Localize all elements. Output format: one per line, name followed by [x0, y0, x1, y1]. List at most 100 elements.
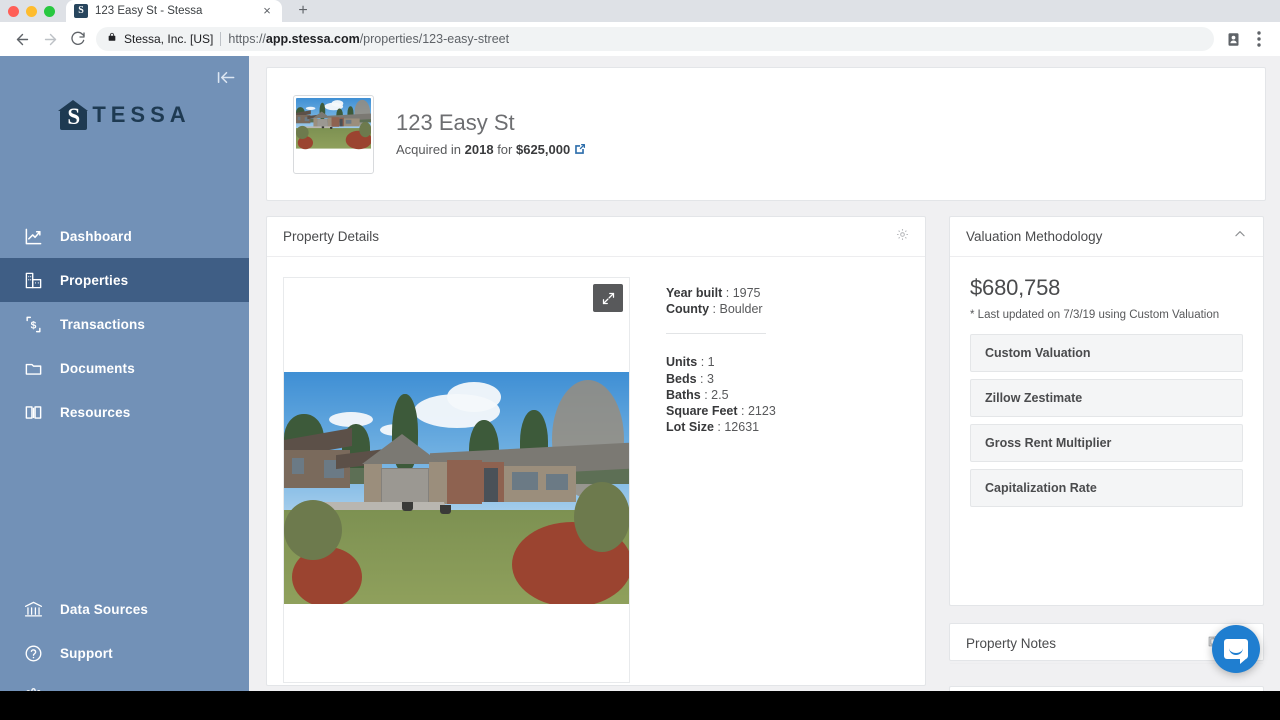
property-thumbnail[interactable] [293, 94, 374, 174]
page-content: S TESSA Dashboard Properties $ Transacti… [0, 56, 1280, 691]
option-label: Zillow Zestimate [985, 391, 1083, 405]
url-text: https://app.stessa.com/properties/123-ea… [228, 32, 509, 46]
sidebar-item-properties[interactable]: Properties [0, 258, 249, 302]
spec-label: Units [666, 355, 698, 370]
gear-icon [22, 686, 44, 691]
spec-units: Units : 1 [666, 355, 715, 370]
valuation-amount: $680,758 [970, 275, 1061, 300]
sidebar-nav-bottom: Data Sources Support Settings › [0, 587, 249, 691]
sidebar-item-settings[interactable]: Settings › [0, 675, 249, 691]
card-title: Valuation Methodology [966, 229, 1103, 244]
sidebar-item-label: Properties [60, 272, 129, 288]
sidebar-item-support[interactable]: Support [0, 631, 249, 675]
maximize-window-button[interactable] [44, 5, 55, 17]
property-details-card: Property Details Year built: 1975 Count… [266, 216, 926, 686]
sidebar-item-label: Support [60, 645, 113, 661]
spec-baths: Baths : 2.5 [666, 387, 729, 402]
valuation-note: * Last updated on 7/3/19 using Custom Va… [970, 309, 1220, 321]
back-icon[interactable] [8, 25, 36, 53]
valuation-header: Valuation Methodology [950, 217, 1263, 257]
spec-beds: Beds : 3 [666, 371, 714, 386]
property-photo [284, 372, 629, 604]
option-label: Custom Valuation [985, 346, 1091, 360]
acquired-year: 2018 [464, 141, 494, 157]
acquired-mid: for [493, 141, 516, 157]
valuation-methodology-card: Valuation Methodology $680,758 * Last up… [949, 216, 1264, 606]
sidebar-item-transactions[interactable]: $ Transactions [0, 302, 249, 346]
sidebar-item-label: Resources [60, 404, 131, 420]
tab-strip: S 123 Easy St - Stessa × + [0, 0, 1280, 22]
property-details-settings-icon[interactable] [896, 228, 909, 246]
stessa-logo[interactable]: S TESSA [0, 100, 249, 135]
close-tab-icon[interactable]: × [260, 4, 274, 18]
url-domain: app.stessa.com [265, 32, 360, 46]
house-logo-icon: S [58, 100, 89, 130]
sidebar-nav: Dashboard Properties $ Transactions Docu… [0, 214, 249, 434]
browser-menu-icon[interactable] [1246, 26, 1272, 52]
tab-title: 123 Easy St - Stessa [95, 5, 203, 17]
forward-icon[interactable] [36, 25, 64, 53]
valuation-option-custom-valuation[interactable]: Custom Valuation [970, 334, 1243, 372]
sidebar-item-documents[interactable]: Documents [0, 346, 249, 390]
omnibox-divider [220, 32, 222, 46]
sidebar-item-label: Settings [60, 690, 114, 692]
sidebar-item-label: Transactions [60, 316, 146, 332]
spec-label: Lot Size [666, 420, 714, 435]
option-label: Gross Rent Multiplier [985, 436, 1112, 450]
spec-value: 12631 [724, 420, 760, 435]
question-circle-icon [22, 642, 44, 664]
minimize-window-button[interactable] [26, 5, 37, 17]
spec-lot-size: Lot Size : 12631 [666, 420, 760, 435]
stessa-favicon: S [74, 4, 88, 18]
profile-card-icon[interactable] [1220, 26, 1246, 52]
new-tab-button[interactable]: + [292, 1, 314, 21]
spec-year-built: Year built : 1975 [666, 286, 761, 300]
sidebar-item-label: Dashboard [60, 228, 132, 244]
buildings-icon [22, 269, 44, 291]
window-controls[interactable] [8, 0, 55, 22]
sidebar-item-dashboard[interactable]: Dashboard [0, 214, 249, 258]
monthly-expenses-header: Monthly Expensesi [950, 687, 1263, 691]
valuation-option-zillow-zestimate[interactable]: Zillow Zestimate [970, 379, 1243, 417]
sidebar-item-label: Data Sources [60, 601, 149, 617]
folder-icon [22, 357, 44, 379]
property-photo-viewer[interactable] [283, 277, 630, 683]
security-origin-label: Stessa, Inc. [US] [124, 32, 214, 46]
sidebar-item-resources[interactable]: Resources [0, 390, 249, 434]
book-icon [22, 401, 44, 423]
close-window-button[interactable] [8, 5, 19, 17]
spec-value: 3 [707, 371, 714, 386]
sidebar-item-data-sources[interactable]: Data Sources [0, 587, 249, 631]
valuation-option-capitalization-rate[interactable]: Capitalization Rate [970, 469, 1243, 507]
property-specs: Year built : 1975 County : Boulder Units… [630, 277, 776, 683]
reload-icon[interactable] [64, 25, 92, 53]
collapse-valuation-icon[interactable] [1233, 227, 1247, 246]
valuation-body: $680,758 * Last updated on 7/3/19 using … [950, 257, 1263, 536]
spec-value: 2123 [747, 404, 776, 419]
spec-value: 2.5 [711, 387, 729, 402]
address-bar[interactable]: Stessa, Inc. [US] https://app.stessa.com… [96, 27, 1214, 51]
acquired-price: $625,000 [515, 141, 571, 157]
spec-label: Square Feet [666, 404, 738, 419]
spec-label: County [666, 302, 710, 317]
intercom-chat-button[interactable] [1212, 625, 1260, 673]
svg-text:$: $ [30, 320, 36, 331]
spec-county: County : Boulder [666, 302, 763, 317]
logo-wordmark: TESSA [92, 102, 191, 127]
bank-icon [22, 598, 44, 620]
spec-divider [666, 333, 766, 335]
spec-value: 1 [707, 355, 715, 370]
expand-photo-icon[interactable] [593, 284, 623, 312]
property-details-header: Property Details [267, 217, 925, 257]
collapse-sidebar-icon[interactable] [217, 70, 237, 88]
edit-acquisition-icon[interactable] [573, 143, 586, 159]
property-header-info: 123 Easy St Acquired in 2018 for $625,00… [396, 110, 586, 159]
valuation-option-gross-rent-multiplier[interactable]: Gross Rent Multiplier [970, 424, 1243, 462]
browser-tab[interactable]: S 123 Easy St - Stessa × [66, 0, 282, 22]
option-label: Capitalization Rate [985, 481, 1097, 495]
spec-value: 1975 [732, 286, 761, 300]
page-title: 123 Easy St [396, 109, 515, 135]
card-title: Property Details [283, 229, 380, 244]
logo-mark-letter: S [67, 104, 81, 129]
property-details-body: Year built : 1975 County : Boulder Units… [267, 257, 925, 683]
